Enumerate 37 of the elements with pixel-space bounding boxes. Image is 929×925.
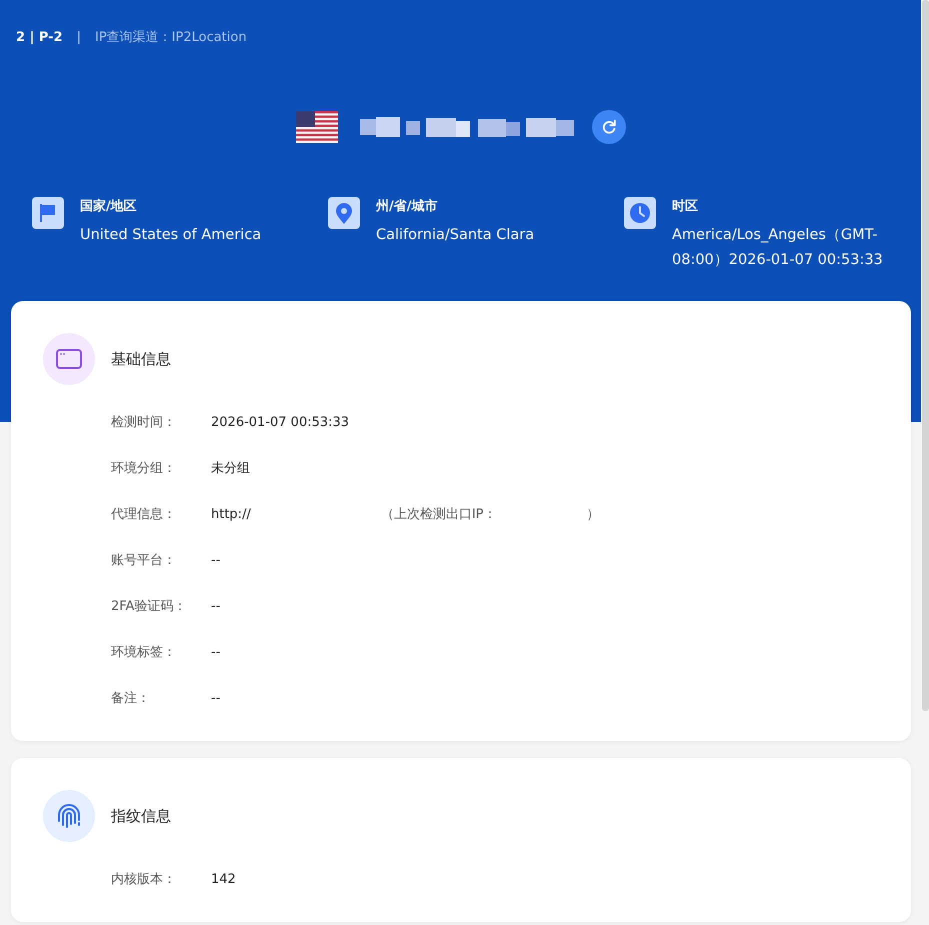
field-value: http:// [211, 506, 251, 522]
fingerprint-icon [43, 790, 95, 842]
field-label: 备注： [111, 690, 151, 707]
ip-note-close: ） [586, 506, 600, 523]
field-label: 内核版本： [111, 871, 177, 888]
window-icon [43, 333, 95, 385]
field-label: 检测时间： [111, 414, 177, 431]
refresh-icon [600, 118, 618, 136]
flag-icon [32, 197, 64, 229]
pin-icon [328, 197, 360, 229]
location-value: California/Santa Clara [376, 226, 534, 245]
location-label: 国家/地区 [80, 198, 138, 216]
profile-name: 2 | P-2 [16, 30, 63, 44]
field-label: 环境标签： [111, 644, 177, 661]
field-value: -- [211, 598, 220, 614]
field-label: 2FA验证码： [111, 598, 188, 615]
field-value: -- [211, 690, 220, 706]
clock-icon [624, 197, 656, 229]
scrollbar-thumb[interactable] [922, 0, 929, 711]
separator: | [76, 30, 81, 44]
field-value: 未分组 [211, 460, 250, 477]
field-value: 142 [211, 872, 236, 886]
us-flag-icon [296, 111, 338, 143]
section-title: 基础信息 [111, 350, 171, 368]
location-value: America/Los_Angeles（GMT-08:00）2026-01-07 00:53:33 [672, 226, 884, 270]
location-label: 时区 [672, 198, 699, 216]
field-value: -- [211, 552, 220, 568]
location-label: 州/省/城市 [376, 198, 438, 216]
ip-channel: IP查询渠道：IP2Location [94, 29, 247, 46]
field-value: 2026-01-07 00:53:33 [211, 414, 350, 430]
field-label: 环境分组： [111, 460, 177, 477]
field-label: 账号平台： [111, 552, 177, 569]
section-title: 指纹信息 [111, 806, 171, 826]
location-value: United States of America [80, 226, 262, 245]
field-value: -- [211, 644, 220, 660]
field-label: 代理信息： [111, 506, 177, 523]
ip-note-open: （上次检测出口IP： [380, 506, 497, 523]
